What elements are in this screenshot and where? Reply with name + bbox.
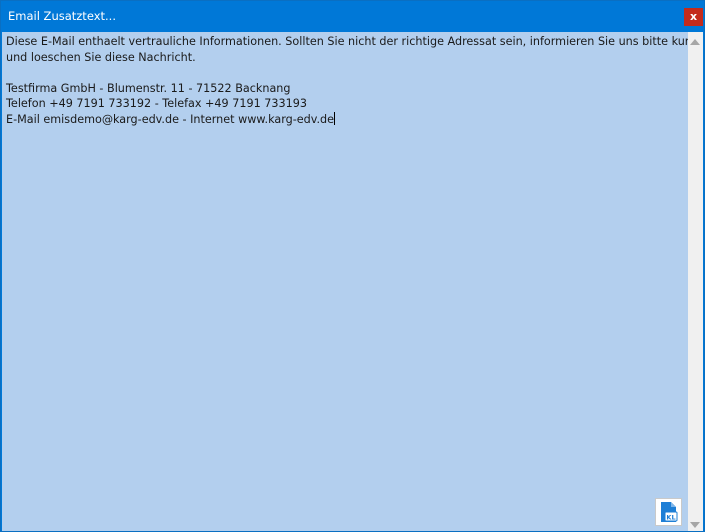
document-button[interactable]: KL	[655, 498, 682, 526]
scroll-down-arrow-icon[interactable]	[690, 522, 700, 528]
editor-line: Diese E-Mail enthaelt vertrauliche Infor…	[6, 35, 688, 48]
document-icon-badge-text: KL	[666, 514, 675, 522]
window-client-area: Diese E-Mail enthaelt vertrauliche Infor…	[2, 32, 703, 531]
text-editor[interactable]: Diese E-Mail enthaelt vertrauliche Infor…	[2, 32, 688, 531]
editor-line: E-Mail emisdemo@karg-edv.de - Internet w…	[6, 112, 335, 126]
editor-line: Telefon +49 7191 733192 - Telefax +49 71…	[6, 97, 307, 110]
close-button[interactable]: x	[684, 8, 703, 26]
editor-last-line: E-Mail emisdemo@karg-edv.de - Internet w…	[6, 111, 686, 128]
document-kl-icon: KL	[661, 502, 678, 522]
editor-text-content[interactable]: Diese E-Mail enthaelt vertrauliche Infor…	[6, 34, 688, 128]
editor-line: Testfirma GmbH - Blumenstr. 11 - 71522 B…	[6, 81, 291, 95]
window-title: Email Zusatztext...	[8, 9, 116, 23]
title-bar[interactable]: Email Zusatztext... x	[1, 1, 704, 32]
scroll-up-arrow-icon[interactable]	[690, 39, 700, 45]
vertical-scrollbar[interactable]	[688, 32, 703, 531]
document-icon-fold	[671, 502, 676, 507]
editor-line: und loeschen Sie diese Nachricht.	[6, 50, 196, 64]
email-zusatztext-window: Email Zusatztext... x Diese E-Mail entha…	[0, 0, 705, 532]
text-caret	[334, 111, 336, 125]
